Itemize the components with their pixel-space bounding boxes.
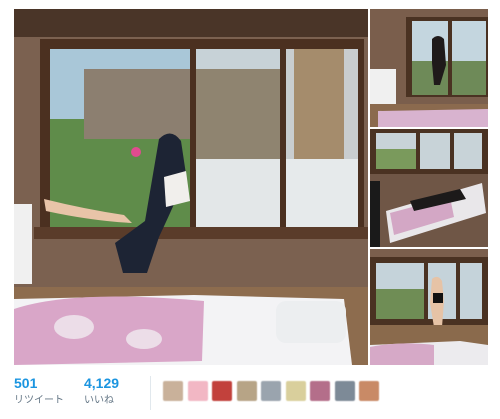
- avatar-3[interactable]: [212, 381, 232, 401]
- likes-stat[interactable]: 4,129 いいね: [84, 375, 119, 407]
- photo-thumb-2-image: [370, 129, 488, 247]
- tweet-stats-bar: 501 リツイート 4,129 いいね: [0, 366, 500, 419]
- avatar-6[interactable]: [285, 381, 306, 401]
- avatar-9[interactable]: [359, 381, 379, 401]
- photo-thumb-3[interactable]: [370, 249, 488, 365]
- avatar-8[interactable]: [334, 381, 355, 401]
- photo-thumb-1-image: [370, 9, 488, 127]
- avatar-7[interactable]: [310, 381, 330, 401]
- stats-divider: [150, 376, 151, 410]
- photo-grid: [14, 9, 488, 365]
- avatar-4[interactable]: [236, 381, 257, 401]
- photo-thumb-2[interactable]: [370, 129, 488, 247]
- avatar-5[interactable]: [261, 381, 281, 401]
- retweets-stat[interactable]: 501 リツイート: [14, 375, 64, 407]
- photo-thumb-1[interactable]: [370, 9, 488, 127]
- avatar-2[interactable]: [187, 381, 208, 401]
- photo-thumb-3-image: [370, 249, 488, 365]
- likes-label: いいね: [84, 395, 114, 406]
- liker-avatars: [163, 381, 384, 401]
- photo-main[interactable]: [14, 9, 368, 365]
- tweet-card: 501 リツイート 4,129 いいね: [0, 0, 500, 419]
- avatar-1[interactable]: [163, 381, 183, 401]
- retweets-count: 501: [14, 375, 38, 391]
- retweets-label: リツイート: [14, 395, 64, 406]
- photo-main-image: [14, 9, 368, 365]
- likes-count: 4,129: [84, 375, 120, 391]
